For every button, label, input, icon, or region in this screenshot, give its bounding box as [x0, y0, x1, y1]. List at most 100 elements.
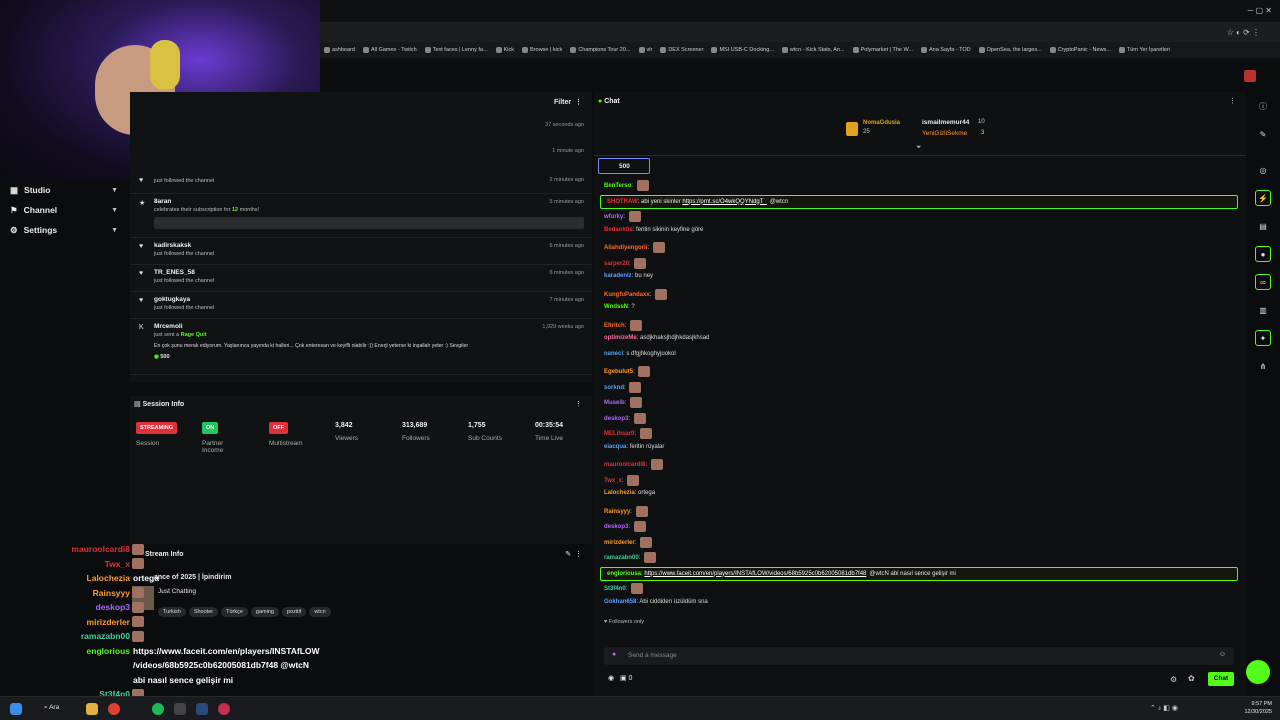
chat-message[interactable]: KungfuPandaxx: [604, 288, 668, 300]
chat-message[interactable]: SHOTRAW: abi yeni skinler https://prnt.s… [600, 194, 1238, 209]
steam-icon[interactable] [196, 703, 208, 715]
windows-start-icon[interactable] [10, 703, 22, 715]
bookmark-item[interactable]: Ana Sayfa - TOD [920, 47, 971, 53]
bookmark-item[interactable]: CryptoPanic - News... [1049, 47, 1111, 53]
sidebar-item-settings[interactable]: ⚙ Settings ▼ [0, 220, 130, 240]
chat-message[interactable]: karadeniz: bu ney [604, 273, 653, 279]
bookmark-favicon-icon [570, 47, 577, 53]
bookmark-item[interactable]: OpenSea, the larges... [978, 47, 1042, 53]
chat-message[interactable]: deskop3: [604, 521, 646, 532]
chat-bubble-icon[interactable]: ● [1255, 246, 1271, 262]
chat-message[interactable]: Rainsyyy: [604, 505, 648, 517]
bookmark-item[interactable]: wtcn - Kick Stats, An... [781, 47, 845, 53]
camera-icon[interactable]: ◎ [1255, 162, 1271, 178]
emote [634, 257, 647, 269]
server-icon[interactable]: ▥ [1255, 302, 1271, 318]
filter-button[interactable]: Filter ⋮ [554, 98, 582, 106]
emote [132, 601, 144, 613]
chat-link[interactable]: https://prnt.sc/O4wkQQYNdgT_ [682, 199, 766, 205]
chrome-icon[interactable] [108, 703, 120, 715]
followers-only: ♥ Followers only [604, 619, 644, 625]
chat-message[interactable]: mauroolcardi8: [604, 459, 663, 470]
viewers-count: 3,842 [335, 422, 353, 429]
bookmark-favicon-icon [978, 47, 985, 53]
chat-message[interactable]: Twx_x: [604, 474, 640, 486]
emote [638, 366, 651, 377]
chat-message[interactable]: engloriousa: https://www.faceit.com/en/p… [600, 566, 1238, 581]
emote-bar[interactable] [604, 632, 1234, 642]
bookmark-item[interactable]: ashboard [324, 47, 355, 53]
spotify-icon[interactable] [152, 703, 164, 715]
chat-message[interactable]: WndssN: ? [604, 304, 635, 310]
chat-message[interactable]: optimizeMe: asdjkhaksjhdjhkdasjkhsad [604, 335, 709, 341]
bookmark-item[interactable]: All Games - Twitch [362, 47, 417, 53]
chat-message[interactable]: wfurky: [604, 211, 641, 222]
tools-icon[interactable]: ✦ [1255, 330, 1271, 346]
chat-link[interactable]: https://www.faceit.com/en/players/INSTAf… [644, 571, 866, 577]
browser-toolbar-icons[interactable]: ☆ ◐ ⟳ ⋮ [1227, 28, 1260, 37]
chat-message[interactable]: mirizderler: [604, 536, 653, 548]
chat-message[interactable]: Gokhan658: Abi ciddiden üzüldüm sna [604, 599, 708, 605]
points-indicator[interactable]: ◉ ▣ 0 [608, 674, 632, 682]
bookmark-item[interactable]: Tüm Yer İşaretleri [1118, 47, 1170, 53]
sidebar-item-channel[interactable]: ⚑ Channel ▼ [0, 200, 130, 220]
more-options-icon[interactable]: ⋮ [575, 400, 582, 408]
bookmark-item[interactable]: Browse | kick [522, 47, 562, 53]
app-icon[interactable] [174, 703, 186, 715]
send-chat-button[interactable]: Chat [1208, 672, 1234, 686]
emote [639, 428, 652, 439]
bookmark-item[interactable]: Champions Tour 20... [570, 47, 631, 53]
bookmark-favicon-icon [522, 47, 529, 53]
tray-icons[interactable]: ⌃ ♪ ◧ ◉ [1150, 704, 1178, 712]
bolt-icon[interactable]: ⚡ [1255, 190, 1271, 206]
chat-message[interactable]: eiacqua: feritin rüyalar [604, 444, 664, 450]
bookmark-item[interactable]: MSI USB-C Docking... [711, 47, 774, 53]
activity-item: ♥ kadirskaksk just followed the channel … [130, 238, 592, 265]
gear-icon[interactable]: ⚙ [1170, 675, 1177, 684]
bookmark-favicon-icon [920, 47, 927, 53]
chat-message[interactable]: Allahdiyengorii: [604, 242, 665, 253]
bookmark-item[interactable]: DEX Screener [660, 47, 703, 53]
chat-message[interactable]: Museib: [604, 397, 643, 408]
chat-message[interactable]: Egebulut5: [604, 366, 651, 377]
info-icon[interactable]: ⓘ [1255, 98, 1271, 114]
chat-message[interactable]: Bedaoktie: feritin sikinin keyfine göre [604, 227, 703, 233]
sidebar-item-studio[interactable]: ▦ Studio ▼ [0, 180, 130, 200]
window-controls[interactable]: ─ ▢ ✕ [1248, 6, 1272, 15]
support-chat-icon[interactable] [1246, 660, 1270, 684]
chat-message[interactable]: Eltritch: [604, 319, 643, 331]
document-icon[interactable]: ▤ [1255, 218, 1271, 234]
bookmark-item[interactable]: Text faces | Lenny fa... [424, 47, 488, 53]
bookmark-item[interactable]: vlr [638, 47, 652, 53]
chat-message[interactable]: St3f4n0: [604, 583, 644, 594]
emote [655, 288, 668, 300]
chat-message[interactable]: BenTerso: [604, 180, 649, 191]
chat-message[interactable]: MELihsar0: [604, 428, 652, 439]
share-icon[interactable]: ⋔ [1255, 358, 1271, 374]
chat-message[interactable]: naneci: s dfgjhkoghyjuokol [604, 351, 676, 357]
pencil-icon[interactable]: ✎ [1255, 126, 1271, 142]
file-explorer-icon[interactable] [86, 703, 98, 715]
chat-message[interactable]: ramazabn00: [604, 552, 657, 563]
bookmark-item[interactable]: Polymarket | The W... [852, 47, 913, 53]
chat-message[interactable]: deskop3: [604, 412, 646, 424]
chat-input[interactable]: ● Send a message ☺ [604, 647, 1234, 665]
bookmark-item[interactable]: Kick [495, 47, 514, 53]
emote [630, 319, 643, 331]
app-icon[interactable] [218, 703, 230, 715]
app-logo-icon[interactable] [1244, 70, 1256, 82]
emote-icon[interactable]: ✿ [1188, 674, 1195, 683]
emote [635, 505, 648, 517]
partner-badge: ON [202, 422, 219, 434]
bookmark-favicon-icon [638, 47, 645, 53]
address-bar[interactable]: ☆ ◐ ⟳ ⋮ [320, 22, 1280, 42]
edit-icon[interactable]: ✎ ⋮ [565, 550, 582, 558]
emote [644, 552, 657, 563]
chat-message[interactable]: sarper20: [604, 257, 647, 269]
taskbar-search[interactable]: ⌕ Ara [44, 704, 59, 712]
chat-message[interactable]: sorknd: [604, 381, 642, 393]
clock[interactable]: 9:57 PM 12/30/2025 [1244, 700, 1272, 716]
link-icon[interactable]: ∞ [1255, 274, 1271, 290]
emoji-icon[interactable]: ☺ [1219, 651, 1226, 658]
chat-message[interactable]: Lalochezia: ortega [604, 490, 655, 496]
